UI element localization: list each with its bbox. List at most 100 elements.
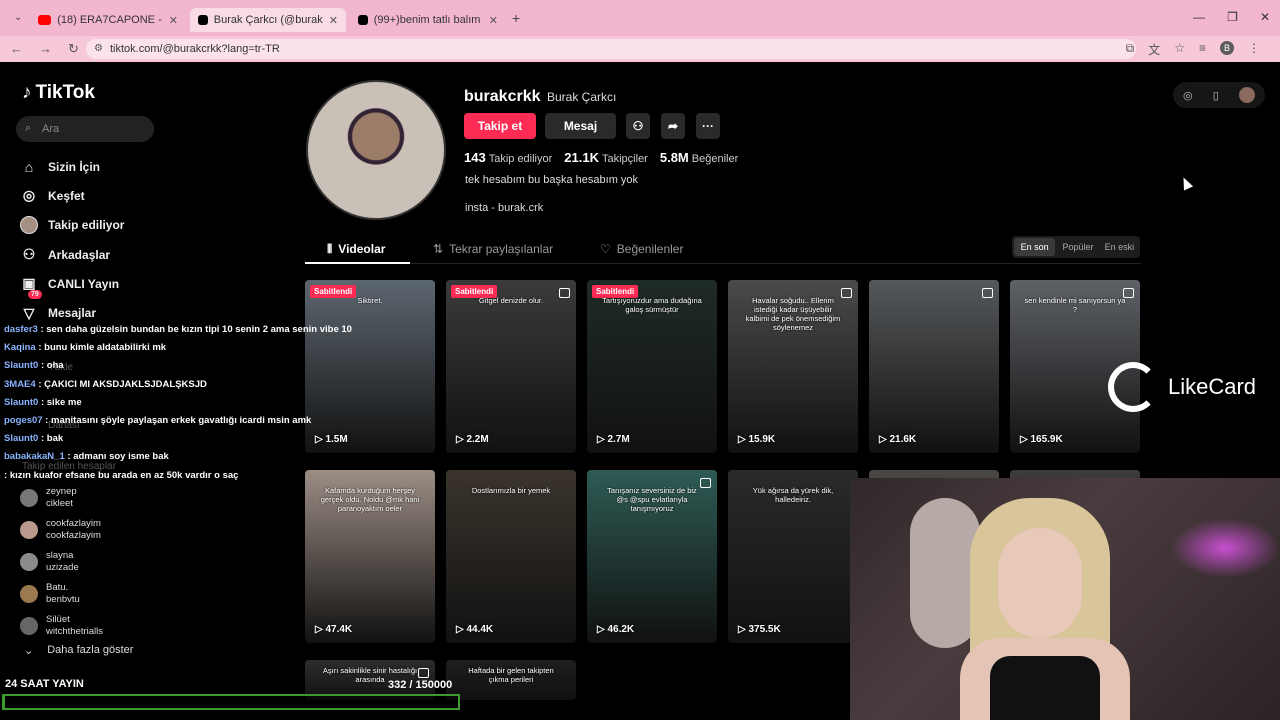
video-caption: Haftada bir gelen takipten çıkma periler… bbox=[468, 666, 554, 684]
tab-label: Tekrar paylaşılanlar bbox=[449, 242, 554, 256]
menu-icon[interactable]: ⋮ bbox=[1248, 41, 1260, 58]
video-card[interactable]: Tanışanız seversiniz de biz @s @spu evla… bbox=[587, 470, 717, 643]
video-card[interactable]: Havalar soğudu.. Ellerim istediği kadar … bbox=[728, 280, 858, 453]
back-icon[interactable]: ← bbox=[10, 41, 23, 57]
video-card[interactable]: Sabitlendi Gitgel denizde olur. ▷ 2.2M bbox=[446, 280, 576, 453]
tab-videos[interactable]: ⦀ Videolar bbox=[327, 242, 385, 257]
following-item[interactable]: Silüet witchthetrialls bbox=[20, 610, 103, 642]
translate-icon[interactable]: 文 bbox=[1148, 41, 1160, 58]
view-count-value: 46.2K bbox=[607, 624, 635, 635]
sidebar-item-explore[interactable]: ◎ Keşfet bbox=[20, 181, 124, 210]
likes-stat: 5.8M Beğeniler bbox=[660, 150, 738, 165]
coins-icon[interactable]: ◎ bbox=[1183, 89, 1193, 102]
tiktok-logo[interactable]: ♪ TikTok bbox=[22, 82, 95, 104]
forward-icon[interactable]: → bbox=[39, 41, 52, 57]
sidebar-item-following[interactable]: Takip ediliyor bbox=[20, 211, 124, 240]
profile-avatar[interactable]: B bbox=[1220, 41, 1234, 55]
stat-label: Beğeniler bbox=[691, 153, 739, 165]
nav-label: CANLI Yayın bbox=[48, 276, 120, 291]
play-icon: ▷ bbox=[879, 434, 890, 445]
account-name: slayna bbox=[46, 550, 74, 561]
nav-label: Takip ediliyor bbox=[48, 218, 125, 233]
inbox-icon: ▽ bbox=[23, 304, 35, 321]
tab-title: (18) ERA7CAPONE - KAYKAY (C bbox=[57, 14, 163, 26]
side-panel-icon[interactable]: ≡ bbox=[1199, 41, 1206, 58]
chat-text: bunu kimle aldatabilirki mk bbox=[44, 342, 167, 354]
more-icon: ··· bbox=[702, 119, 714, 133]
view-count-value: 44.4K bbox=[466, 624, 494, 635]
install-icon[interactable]: ⧉ bbox=[1126, 41, 1135, 58]
minimize-icon[interactable]: — bbox=[1193, 10, 1205, 24]
browser-tab-3[interactable]: (99+)benim tatlı balım (@burc ✕ bbox=[350, 8, 506, 32]
account-handle: witchthetrialls bbox=[46, 626, 104, 637]
follow-button[interactable]: Takip et bbox=[464, 113, 536, 139]
search-input[interactable]: ⌕ Ara bbox=[16, 116, 154, 142]
browser-tab-1[interactable]: (18) ERA7CAPONE - KAYKAY (C ✕ bbox=[30, 8, 186, 32]
sort-oldest[interactable]: En eski bbox=[1099, 236, 1140, 258]
close-icon[interactable]: ✕ bbox=[489, 14, 498, 27]
following-item[interactable]: zeynep cikleet bbox=[20, 482, 103, 514]
profile-insta: insta - burak.crk bbox=[465, 202, 544, 214]
chat-separator: : bbox=[38, 433, 47, 445]
stat-value: 143 bbox=[464, 150, 486, 165]
profile-avatar-large[interactable] bbox=[306, 80, 446, 220]
chat-message: Slaunt0 : sike me bbox=[4, 394, 364, 412]
new-tab-button[interactable]: + bbox=[512, 10, 520, 26]
sidebar-item-for-you[interactable]: ⌂ Sizin İçin bbox=[20, 152, 124, 181]
share-button[interactable]: ➦ bbox=[661, 113, 685, 139]
video-card[interactable]: ▷ 21.6K bbox=[869, 280, 999, 453]
nav-buttons: ← → ↻ bbox=[10, 41, 79, 57]
following-stat[interactable]: 143 Takip ediliyor bbox=[464, 150, 552, 165]
show-more-link[interactable]: ⌄ Daha fazla göster bbox=[24, 644, 133, 657]
play-icon: ▷ bbox=[738, 624, 749, 635]
user-avatar[interactable] bbox=[1238, 87, 1255, 103]
following-item[interactable]: cookfazlayim cookfazlayim bbox=[20, 514, 103, 546]
video-card[interactable]: Haftada bir gelen takipten çıkma periler… bbox=[446, 660, 576, 700]
goal-progress-bar bbox=[2, 694, 460, 710]
video-card[interactable]: Dostlarımızla bir yemek ▷ 44.4K bbox=[446, 470, 576, 643]
chat-username: babakakaN_1 bbox=[4, 451, 65, 463]
sort-popular[interactable]: Popüler bbox=[1057, 236, 1098, 258]
url-field[interactable]: ⚙ tiktok.com/@burakcrkk?lang=tr-TR bbox=[86, 39, 1136, 59]
avatar bbox=[20, 521, 38, 539]
tab-search-icon[interactable]: ⌄ bbox=[14, 12, 22, 23]
sidebar-item-friends[interactable]: ⚇ Arkadaşlar bbox=[20, 240, 124, 269]
stream-chat: dasfer3 : sen daha güzelsin bundan be kı… bbox=[4, 321, 364, 485]
close-icon[interactable]: ✕ bbox=[169, 14, 178, 27]
video-caption: Dostlarımızla bir yemek bbox=[471, 486, 551, 495]
tab-label: Beğenilenler bbox=[616, 242, 684, 256]
browser-tab-2[interactable]: Burak Çarkcı (@burakcrkk) | Ti ✕ bbox=[190, 8, 346, 32]
following-item[interactable]: slayna uzizade bbox=[20, 546, 103, 578]
nav-label: Sizin İçin bbox=[48, 159, 101, 174]
following-item[interactable]: Batu. benbvtu bbox=[20, 578, 103, 610]
tab-liked[interactable]: ♡ Beğenilenler bbox=[600, 242, 683, 256]
video-card[interactable]: Yük ağırsa da yürek dik, halledeiriz. ▷ 3… bbox=[728, 470, 858, 643]
device-icon[interactable]: ▯ bbox=[1213, 89, 1219, 102]
close-icon[interactable]: ✕ bbox=[329, 14, 338, 27]
stream-title: 24 SAAT YAYIN bbox=[5, 678, 84, 690]
more-options-button[interactable]: ··· bbox=[696, 113, 720, 139]
stat-value: 5.8M bbox=[659, 150, 689, 165]
active-tab-indicator bbox=[305, 262, 410, 264]
account-name: Batu. bbox=[46, 582, 69, 593]
reload-icon[interactable]: ↻ bbox=[68, 41, 79, 57]
suggest-accounts-button[interactable]: ⚇ bbox=[626, 113, 650, 139]
view-count-value: 21.6K bbox=[889, 434, 917, 445]
video-card[interactable]: Kafamda kurduğum herşey gerçek oldu. Nol… bbox=[305, 470, 435, 643]
video-card[interactable]: Sabitlendi Tartışıyoruzdur ama dudağına g… bbox=[587, 280, 717, 453]
play-icon: ▷ bbox=[597, 434, 608, 445]
message-button[interactable]: Mesaj bbox=[545, 113, 616, 139]
maximize-icon[interactable]: ❐ bbox=[1227, 10, 1238, 24]
bookmark-star-icon[interactable]: ☆ bbox=[1174, 41, 1185, 58]
tab-reposts[interactable]: ⇅ Tekrar paylaşılanlar bbox=[433, 242, 553, 256]
chat-text: sike me bbox=[46, 396, 82, 408]
followers-stat[interactable]: 21.1K Takipçiler bbox=[564, 150, 648, 165]
site-info-icon[interactable]: ⚙ bbox=[94, 43, 103, 54]
sort-latest[interactable]: En son bbox=[1014, 238, 1056, 256]
streamer-top bbox=[990, 656, 1100, 720]
nav-label: Mesajlar bbox=[48, 306, 97, 321]
close-window-icon[interactable]: ✕ bbox=[1260, 10, 1270, 24]
search-icon: ⌕ bbox=[25, 122, 32, 134]
chat-username: Slaunt0 bbox=[4, 360, 39, 372]
chat-text: kızın kuafor efsane bu arada en az 50k v… bbox=[9, 469, 239, 481]
